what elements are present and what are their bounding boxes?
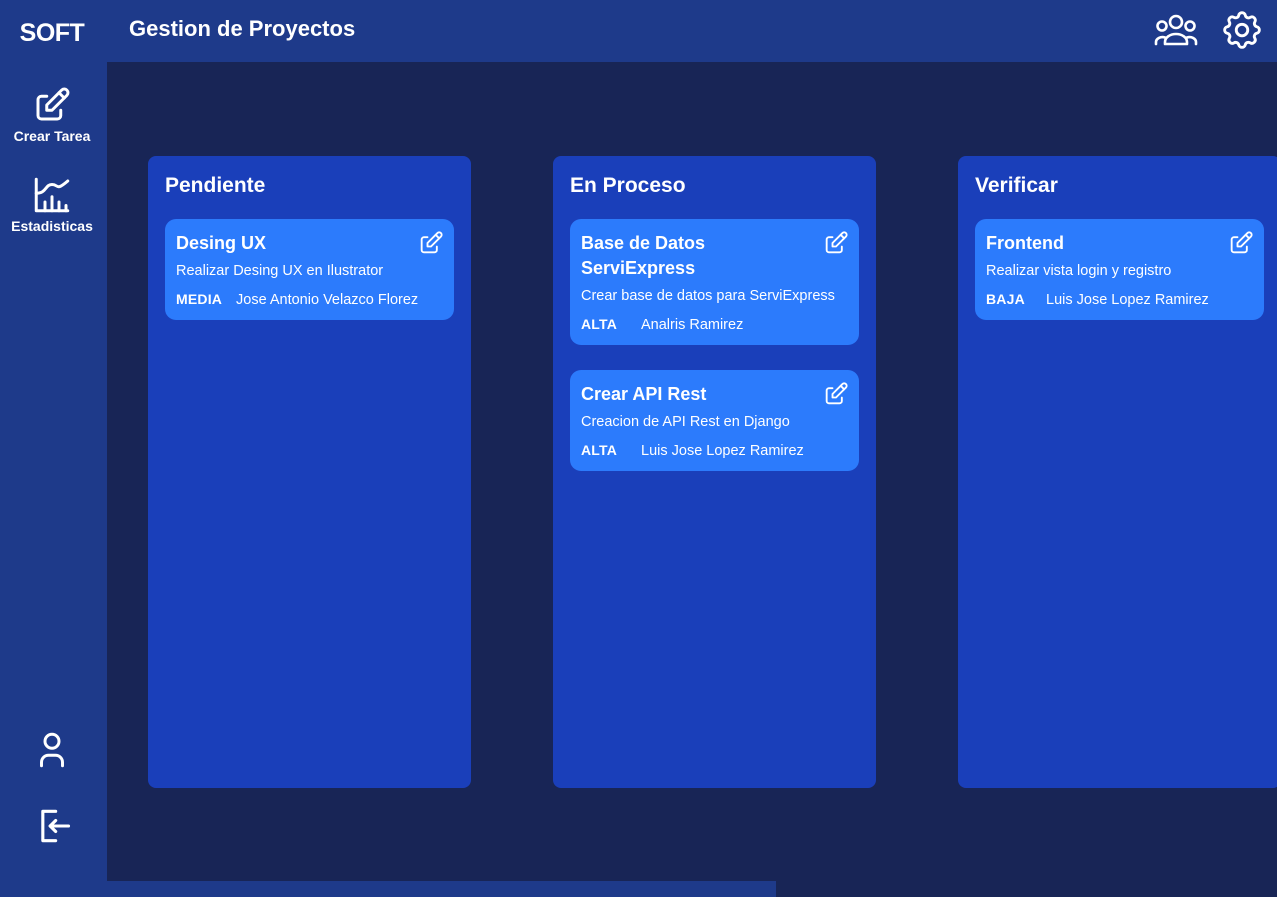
edit-icon[interactable] (822, 380, 850, 408)
users-group-icon[interactable] (1152, 6, 1200, 54)
task-card[interactable]: Frontend Realizar vista login y registro… (975, 219, 1264, 320)
card-assignee: Luis Jose Lopez Ramirez (1046, 292, 1209, 308)
card-description: Realizar Desing UX en Ilustrator (176, 263, 384, 279)
edit-icon[interactable] (1227, 229, 1255, 257)
priority-badge: ALTA (581, 316, 618, 332)
top-bar: SOFT Gestion de Proyectos (0, 0, 1277, 62)
card-meta: ALTA Luis Jose Lopez Ramirez (581, 441, 804, 460)
priority-badge: MEDIA (176, 291, 223, 307)
column-title: En Proceso (570, 174, 686, 197)
task-card[interactable]: Base de Datos ServiExpress Crear base de… (570, 219, 859, 345)
column-title: Pendiente (165, 174, 266, 197)
edit-square-icon (31, 84, 73, 126)
card-description: Realizar vista login y registro (986, 263, 1172, 279)
card-meta: BAJA Luis Jose Lopez Ramirez (986, 290, 1209, 309)
card-description: Creacion de API Rest en Django (581, 414, 790, 430)
task-card[interactable]: Crear API Rest Creacion de API Rest en D… (570, 370, 859, 471)
card-meta: MEDIA Jose Antonio Velazco Florez (176, 290, 418, 309)
chart-line-icon (31, 174, 73, 216)
priority-badge: ALTA (581, 442, 618, 458)
horizontal-scrollbar[interactable] (107, 881, 776, 897)
sidebar-item-estadisticas[interactable]: Estadisticas (0, 174, 104, 234)
user-icon (31, 729, 73, 771)
card-assignee: Jose Antonio Velazco Florez (236, 292, 419, 308)
page-title: Gestion de Proyectos (129, 16, 356, 41)
gear-icon[interactable] (1218, 6, 1266, 54)
card-title: Base de Datos ServiExpress (581, 233, 706, 278)
card-assignee: Analris Ramirez (641, 317, 744, 333)
column-title: Verificar (975, 174, 1058, 197)
sidebar-item-label: Estadisticas (11, 218, 93, 234)
card-title: Crear API Rest (581, 384, 707, 404)
column-verificar: Verificar Frontend Realizar vista login … (958, 156, 1277, 788)
task-card[interactable]: Desing UX Realizar Desing UX en Ilustrat… (165, 219, 454, 320)
column-en-proceso: En Proceso Base de Datos ServiExpress Cr… (553, 156, 876, 788)
profile-button[interactable] (0, 729, 104, 771)
edit-icon[interactable] (822, 229, 850, 257)
sidebar: Crear Tarea Estadisticas (0, 62, 107, 897)
brand-logo: SOFT (19, 19, 85, 47)
card-title: Frontend (986, 233, 1064, 253)
card-description: Crear base de datos para ServiExpress (581, 288, 835, 304)
edit-icon[interactable] (417, 229, 445, 257)
card-title: Desing UX (176, 233, 267, 253)
sidebar-item-label: Crear Tarea (13, 128, 91, 144)
logout-icon (30, 801, 74, 851)
sidebar-item-crear-tarea[interactable]: Crear Tarea (0, 84, 104, 144)
card-meta: ALTA Analris Ramirez (581, 315, 743, 334)
priority-badge: BAJA (986, 291, 1025, 307)
card-assignee: Luis Jose Lopez Ramirez (641, 443, 804, 459)
logout-button[interactable] (0, 801, 104, 851)
column-pendiente: Pendiente Desing UX Realizar Desing UX e… (148, 156, 471, 788)
